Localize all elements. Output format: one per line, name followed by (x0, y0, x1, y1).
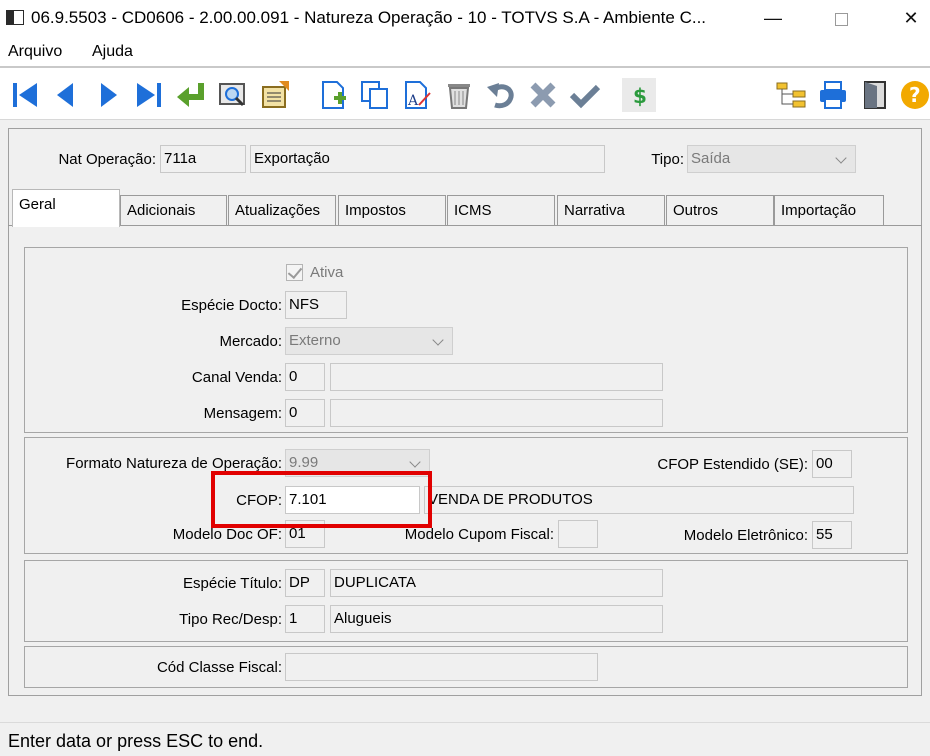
mensagem-field[interactable]: 0 (285, 399, 325, 427)
copy-icon (361, 81, 388, 109)
save-button[interactable] (568, 78, 602, 112)
print-icon (820, 81, 846, 109)
mensagem-label: Mensagem: (203, 405, 282, 422)
especie-docto-label: Espécie Docto: (181, 297, 282, 314)
last-record-icon (137, 83, 161, 107)
exit-icon (864, 81, 886, 109)
nat-operacao-desc-field: Exportação (250, 145, 605, 173)
new-icon (322, 81, 346, 109)
tree-button[interactable] (774, 78, 808, 112)
tab-importacao[interactable]: Importação (774, 195, 884, 225)
tipo-select[interactable]: Saída (687, 145, 856, 173)
tab-narrativa[interactable]: Narrativa (557, 195, 665, 225)
modelo-doc-of-label: Modelo Doc OF: (172, 526, 282, 543)
app-icon (6, 10, 24, 25)
tree-icon (776, 82, 806, 108)
modelo-eletronico-field[interactable]: 55 (812, 521, 852, 549)
exit-button[interactable] (858, 78, 892, 112)
new-button[interactable] (316, 78, 350, 112)
cfop-estendido-label: CFOP Estendido (SE): (657, 456, 808, 473)
ativa-label: Ativa (310, 264, 344, 281)
cod-classe-fiscal-label: Cód Classe Fiscal: (156, 659, 282, 676)
status-text: Enter data or press ESC to end. (8, 731, 264, 751)
delete-icon (448, 84, 470, 109)
delete-button[interactable] (442, 78, 476, 112)
tab-strip-line (8, 225, 922, 226)
nat-operacao-code-field[interactable]: 711a (160, 145, 246, 173)
modelo-cupom-fiscal-label: Modelo Cupom Fiscal: (404, 526, 554, 543)
dollar-button[interactable]: $ (622, 78, 656, 112)
previous-record-button[interactable] (48, 78, 82, 112)
mensagem-desc-field (330, 399, 663, 427)
tab-impostos[interactable]: Impostos (338, 195, 446, 225)
edit-button[interactable]: A (400, 78, 434, 112)
maximize-button[interactable] (818, 4, 864, 32)
especie-titulo-label: Espécie Título: (183, 575, 282, 592)
cod-classe-fiscal-field[interactable] (285, 653, 598, 681)
modelo-eletronico-label: Modelo Eletrônico: (683, 527, 808, 544)
help-button[interactable]: ? (898, 78, 930, 112)
ativa-checkbox[interactable] (286, 264, 303, 281)
tipo-label: Tipo: (651, 151, 684, 168)
tipo-rec-desp-field[interactable]: 1 (285, 605, 325, 633)
svg-text:$: $ (633, 84, 647, 108)
edit-icon: A (405, 81, 431, 109)
cfop-desc-field: VENDA DE PRODUTOS (424, 486, 854, 514)
cfop-estendido-field[interactable]: 00 (812, 450, 852, 478)
search-button[interactable] (216, 78, 250, 112)
save-icon (569, 84, 601, 109)
tab-outros[interactable]: Outros (666, 195, 774, 225)
close-button[interactable]: ✕ (888, 4, 930, 32)
menu-ajuda[interactable]: Ajuda (92, 43, 133, 61)
toolbar: A $ ? (0, 66, 930, 120)
first-record-button[interactable] (8, 78, 42, 112)
undo-button[interactable] (484, 78, 518, 112)
cancel-button[interactable] (526, 78, 560, 112)
especie-docto-field[interactable]: NFS (285, 291, 347, 319)
mercado-select[interactable]: Externo (285, 327, 453, 355)
tab-adicionais[interactable]: Adicionais (120, 195, 227, 225)
go-to-icon (177, 83, 204, 107)
help-icon: ? (901, 81, 929, 109)
tipo-rec-desp-desc-field: Alugueis (330, 605, 663, 633)
go-to-button[interactable] (174, 78, 208, 112)
tab-atualizacoes[interactable]: Atualizações (228, 195, 336, 225)
last-record-button[interactable] (132, 78, 166, 112)
print-button[interactable] (816, 78, 850, 112)
menu-bar: Arquivo Ajuda (0, 36, 930, 66)
canal-venda-label: Canal Venda: (191, 369, 282, 386)
formato-natureza-label: Formato Natureza de Operação: (66, 455, 282, 472)
title-bar: 06.9.5503 - CD0606 - 2.00.00.091 - Natur… (0, 0, 930, 36)
tipo-rec-desp-label: Tipo Rec/Desp: (179, 611, 282, 628)
canal-venda-desc-field (330, 363, 663, 391)
canal-venda-field[interactable]: 0 (285, 363, 325, 391)
especie-titulo-field[interactable]: DP (285, 569, 325, 597)
search-icon (219, 83, 245, 107)
cancel-icon (530, 82, 556, 108)
modelo-cupom-fiscal-field[interactable] (558, 520, 598, 548)
nat-operacao-label: Nat Operação: (58, 151, 156, 168)
list-icon (262, 81, 289, 108)
minimize-button[interactable]: — (750, 4, 796, 32)
cfop-highlight-box (211, 471, 432, 528)
tab-geral[interactable]: Geral (12, 189, 120, 227)
svg-text:A: A (407, 93, 419, 109)
next-record-icon (101, 83, 117, 107)
undo-icon (487, 83, 514, 109)
next-record-button[interactable] (92, 78, 126, 112)
list-button[interactable] (258, 78, 292, 112)
window-title: 06.9.5503 - CD0606 - 2.00.00.091 - Natur… (31, 8, 707, 27)
previous-record-icon (57, 83, 73, 107)
mercado-label: Mercado: (219, 333, 282, 350)
status-bar: Enter data or press ESC to end. (0, 722, 930, 756)
dollar-icon: $ (633, 84, 647, 108)
tab-icms[interactable]: ICMS (447, 195, 555, 225)
svg-text:?: ? (909, 83, 921, 107)
menu-arquivo[interactable]: Arquivo (8, 43, 62, 61)
maximize-icon (834, 12, 848, 26)
especie-titulo-desc-field: DUPLICATA (330, 569, 663, 597)
first-record-icon (13, 83, 37, 107)
copy-button[interactable] (358, 78, 392, 112)
